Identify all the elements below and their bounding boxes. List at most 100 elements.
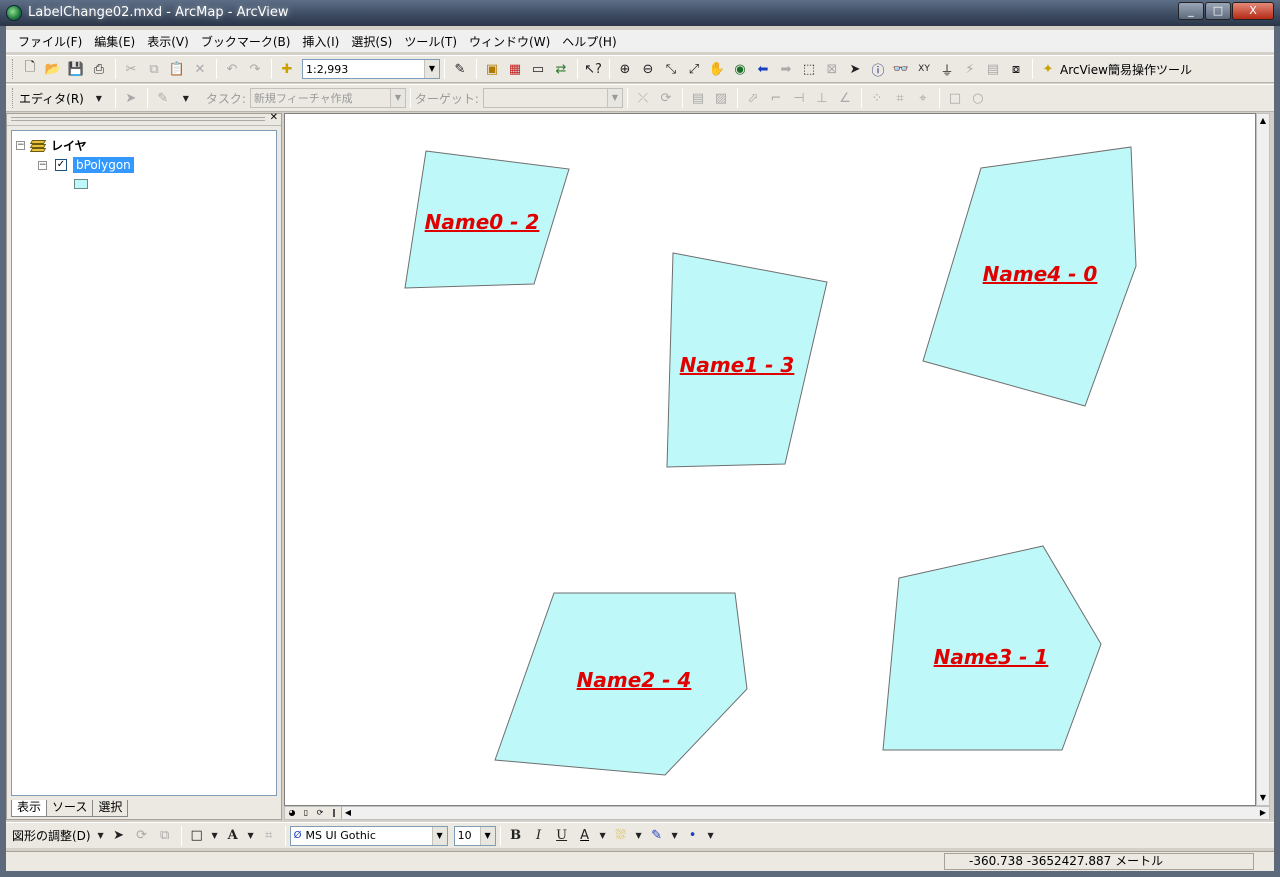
collapse-icon[interactable]: − <box>16 141 25 150</box>
editor-menu-button[interactable]: エディタ(R) <box>19 90 84 107</box>
add-data-icon[interactable]: ✚ <box>276 58 298 80</box>
sketch-tool-icon[interactable]: ✎ <box>152 87 174 109</box>
full-extent-icon[interactable]: ◉ <box>729 58 751 80</box>
tab-source[interactable]: ソース <box>46 800 94 817</box>
sketch-properties-icon[interactable]: ▨ <box>710 87 732 109</box>
underline-button[interactable]: U <box>551 825 573 847</box>
tree-row-layer[interactable]: − ✓ bPolygon <box>38 157 134 173</box>
arctoolbox-icon[interactable]: ▣ <box>481 58 503 80</box>
menu-help[interactable]: ヘルプ(H) <box>556 33 622 50</box>
drawing-menu-arrow-icon[interactable]: ▼ <box>95 825 107 847</box>
chevron-down-icon[interactable]: ▼ <box>431 826 447 845</box>
target-combo[interactable]: ▼ <box>482 88 623 108</box>
polygon-symbol-swatch[interactable] <box>74 179 88 189</box>
time-slider-icon[interactable]: ⧇ <box>1005 58 1027 80</box>
menu-window[interactable]: ウィンドウ(W) <box>463 33 556 50</box>
close-icon[interactable]: ✕ <box>270 112 278 123</box>
html-popup-icon[interactable]: ▤ <box>982 58 1004 80</box>
fill-color-icon[interactable]: ⛆ <box>610 825 632 847</box>
delete-icon[interactable]: ✕ <box>189 58 211 80</box>
map-scale-combo[interactable]: 1:2,993 ▼ <box>302 59 440 79</box>
menu-tools[interactable]: ツール(T) <box>398 33 463 50</box>
fixed-zoom-out-icon[interactable]: ⤢ <box>683 58 705 80</box>
label-name0[interactable]: Name0 - 2 <box>425 210 540 234</box>
menu-edit[interactable]: 編集(E) <box>88 33 141 50</box>
chevron-down-icon[interactable]: ▼ <box>389 89 405 107</box>
toc-grip[interactable] <box>11 117 265 121</box>
bold-button[interactable]: B <box>505 825 527 847</box>
pan-icon[interactable]: ✋ <box>706 58 728 80</box>
collapse-icon[interactable]: − <box>38 160 47 170</box>
menu-bookmarks[interactable]: ブックマーク(B) <box>195 33 297 50</box>
pause-icon[interactable]: ‖ <box>327 807 341 819</box>
drawing-menu-button[interactable]: 図形の調整(D) <box>12 827 91 844</box>
task-combo[interactable]: 新規フィーチャ作成 ▼ <box>249 88 406 108</box>
identify-icon[interactable]: ⓘ <box>867 58 889 80</box>
scroll-up-icon[interactable]: ▲ <box>1257 114 1269 128</box>
toolbox-icon[interactable]: ▦ <box>504 58 526 80</box>
line-color-dropdown-icon[interactable]: ▼ <box>669 825 681 847</box>
sketch-dropdown-icon[interactable]: ▼ <box>175 87 197 109</box>
zoom-out-icon[interactable]: ⊖ <box>637 58 659 80</box>
minimize-button[interactable]: _ <box>1178 2 1204 20</box>
print-icon[interactable]: ⎙ <box>88 58 110 80</box>
copy-icon[interactable]: ⧉ <box>143 58 165 80</box>
toolbar-grip[interactable] <box>12 59 15 79</box>
redo-icon[interactable]: ↷ <box>244 58 266 80</box>
data-frame-label[interactable]: レイヤ <box>51 137 87 154</box>
menu-selection[interactable]: 選択(S) <box>345 33 398 50</box>
toolbar-grip[interactable] <box>12 88 15 108</box>
maximize-button[interactable]: □ <box>1205 2 1231 20</box>
menu-view[interactable]: 表示(V) <box>141 33 195 50</box>
vertical-scrollbar[interactable]: ▲ ▼ <box>1256 113 1270 806</box>
scroll-down-icon[interactable]: ▼ <box>1257 791 1269 805</box>
paste-icon[interactable]: 📋 <box>166 58 188 80</box>
label-name3[interactable]: Name3 - 1 <box>934 645 1049 669</box>
cut-icon[interactable]: ✂ <box>120 58 142 80</box>
rotate-icon[interactable]: ⟳ <box>131 825 153 847</box>
forward-extent-icon[interactable]: ➡ <box>775 58 797 80</box>
select-elements-icon[interactable]: ➤ <box>108 825 130 847</box>
hyperlink-icon[interactable]: ⚡ <box>959 58 981 80</box>
find-icon[interactable]: 👓 <box>890 58 912 80</box>
layout-view-icon[interactable]: ▯ <box>299 807 313 819</box>
model-builder-icon[interactable]: ⇄ <box>550 58 572 80</box>
tab-selection[interactable]: 選択 <box>92 800 129 817</box>
layer-name[interactable]: bPolygon <box>73 157 134 173</box>
layer-visibility-checkbox[interactable]: ✓ <box>55 159 67 171</box>
rectangle-icon[interactable]: □ <box>944 87 966 109</box>
scroll-left-icon[interactable]: ◀ <box>342 807 354 819</box>
map-canvas[interactable]: Name0 - 2 Name1 - 3 Name4 - 0 Name2 - 4 … <box>285 114 1255 805</box>
measure-icon[interactable]: ⏚ <box>936 58 958 80</box>
data-view-icon[interactable]: ◕ <box>285 807 299 819</box>
refresh-icon[interactable]: ⟳ <box>313 807 327 819</box>
angle-tool-icon[interactable]: ∠ <box>834 87 856 109</box>
snap-icon[interactable]: ⌖ <box>912 87 934 109</box>
scatter-icon[interactable]: ⁘ <box>866 87 888 109</box>
tree-row-root[interactable]: − レイヤ <box>16 137 87 154</box>
font-color-icon[interactable]: A <box>574 825 596 847</box>
label-name4[interactable]: Name4 - 0 <box>983 262 1098 286</box>
new-document-icon[interactable]: 🗋 <box>19 58 41 80</box>
select-elements-icon[interactable]: ➤ <box>844 58 866 80</box>
label-name1[interactable]: Name1 - 3 <box>680 353 795 377</box>
go-to-xy-icon[interactable]: XY <box>913 58 935 80</box>
open-folder-icon[interactable]: 📂 <box>42 58 64 80</box>
line-color-icon[interactable]: ✎ <box>646 825 668 847</box>
clear-selection-icon[interactable]: ⊠ <box>821 58 843 80</box>
edit-vertices-icon[interactable]: ⌗ <box>258 825 280 847</box>
circle-icon[interactable]: ○ <box>967 87 989 109</box>
map-display[interactable]: Name0 - 2 Name1 - 3 Name4 - 0 Name2 - 4 … <box>284 113 1256 806</box>
toc-header[interactable]: ✕ <box>7 112 281 126</box>
rectangle-icon[interactable]: □ <box>186 825 208 847</box>
custom-tool-button[interactable]: ArcView簡易操作ツール <box>1060 61 1192 78</box>
font-size-combo[interactable]: 10 ▼ <box>453 825 496 846</box>
text-tool-icon[interactable]: A <box>222 825 244 847</box>
zoom-whole-page-icon[interactable]: ⧉ <box>154 825 176 847</box>
rectangle-dropdown-icon[interactable]: ▼ <box>209 825 221 847</box>
close-button[interactable]: X <box>1232 2 1274 20</box>
scroll-right-icon[interactable]: ▶ <box>1257 807 1269 819</box>
label-name2[interactable]: Name2 - 4 <box>577 668 692 692</box>
rotate-tool-icon[interactable]: ⟳ <box>655 87 677 109</box>
marker-color-icon[interactable]: • <box>682 825 704 847</box>
